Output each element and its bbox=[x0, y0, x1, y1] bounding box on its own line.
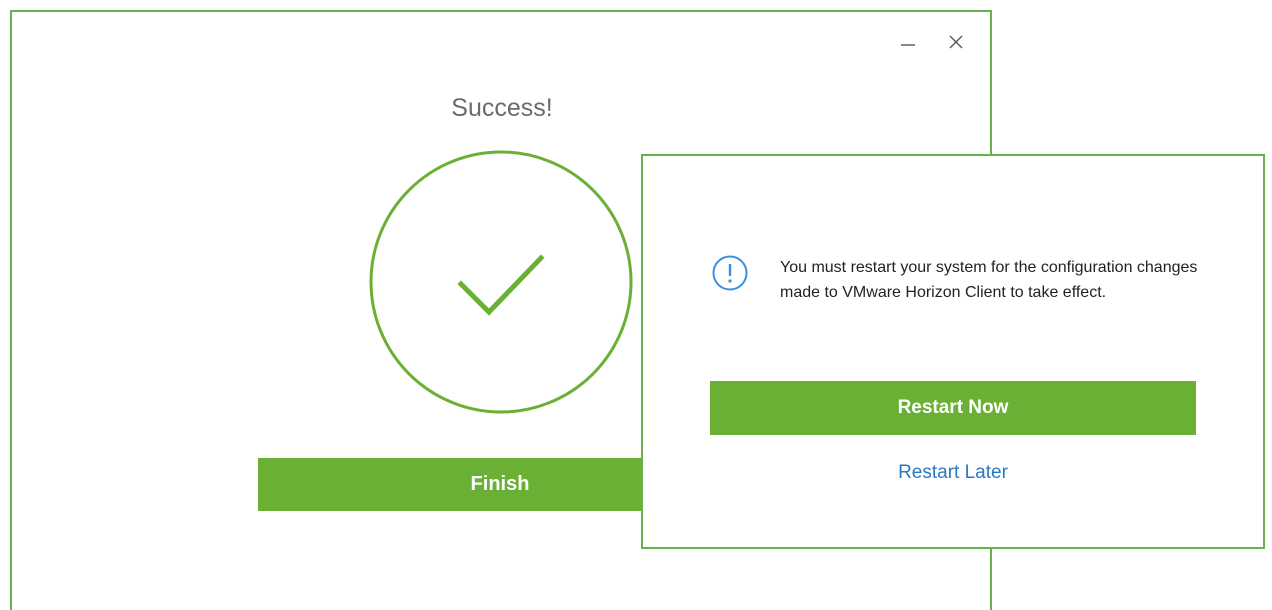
close-icon bbox=[949, 35, 963, 49]
close-button[interactable] bbox=[946, 32, 966, 52]
restart-now-button[interactable]: Restart Now bbox=[710, 381, 1196, 435]
restart-later-link[interactable]: Restart Later bbox=[710, 462, 1196, 484]
success-title: Success! bbox=[451, 94, 553, 122]
info-icon bbox=[712, 255, 748, 291]
restart-message: You must restart your system for the con… bbox=[780, 259, 1198, 301]
restart-dialog: You must restart your system for the con… bbox=[641, 154, 1265, 549]
minimize-icon bbox=[901, 44, 915, 46]
window-controls bbox=[898, 32, 966, 52]
check-circle-icon bbox=[369, 150, 633, 414]
minimize-button[interactable] bbox=[898, 32, 918, 52]
